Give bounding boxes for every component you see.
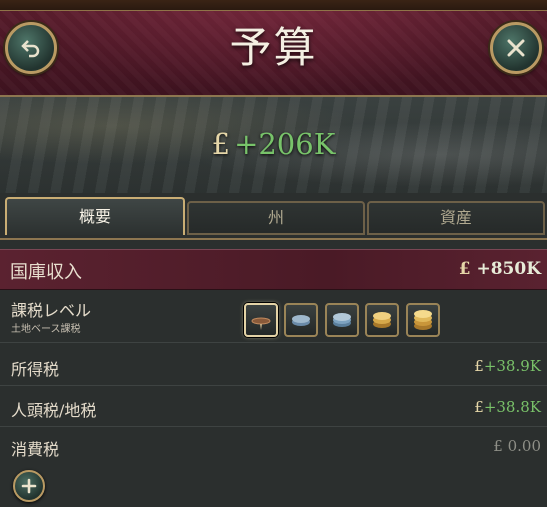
plus-icon [21,478,37,494]
tax-level-3-icon [333,313,351,327]
tax-level-4-button[interactable] [365,303,399,337]
tax-level-5-button[interactable] [406,303,440,337]
consumption-tax-value: £ 0.00 [493,437,541,455]
treasury-amount: +850K [476,259,541,279]
tab-overview[interactable]: 概要 [5,197,185,235]
tax-level-2-icon [292,315,310,326]
tab-bar: 概要 州 資産 [3,197,545,237]
income-tax-row: 所得税 £+38.9K [0,343,547,386]
currency-symbol: £ [474,357,484,375]
currency-symbol: £ [493,437,503,455]
header-bar: 予算 [0,0,547,97]
taxation-label: 課税レベル [11,301,92,320]
tax-level-4-icon [373,312,391,328]
treasury-income-row: 国庫収入 £ +850K [0,249,547,290]
balance-display: £ +206K [0,127,547,161]
back-arrow-icon [21,40,40,58]
close-button[interactable] [490,22,542,74]
poll-tax-value: £+38.8K [474,398,541,416]
balance-value: +206K [234,127,336,161]
page-title: 予算 [229,23,318,72]
tab-divider [0,238,547,240]
consumption-tax-row: 消費税 £ 0.00 [0,427,547,465]
add-consumption-tax-button[interactable] [13,470,45,502]
income-tax-amount: +38.9K [483,357,541,375]
tax-level-3-button[interactable] [325,303,359,337]
income-tax-label: 所得税 [11,360,60,379]
close-icon [507,39,525,57]
poll-tax-amount: +38.8K [483,398,541,416]
currency-symbol: £ [211,127,231,161]
tax-level-1-icon [251,317,271,330]
tax-level-2-button[interactable] [284,303,318,337]
poll-tax-label: 人頭税/地税 [11,401,97,420]
tax-level-1-button[interactable] [244,303,278,337]
treasury-value: £ +850K [459,259,541,279]
income-tax-value: £+38.9K [474,357,541,375]
consumption-tax-amount: 0.00 [507,437,541,455]
tab-states[interactable]: 州 [187,201,365,235]
poll-tax-row: 人頭税/地税 £+38.8K [0,386,547,427]
back-button[interactable] [5,22,57,74]
taxation-sublabel: 土地ベース課税 [11,324,81,335]
currency-symbol: £ [474,398,484,416]
tax-level-5-icon [414,310,432,330]
currency-symbol: £ [458,259,471,279]
tab-assets[interactable]: 資産 [367,201,545,235]
consumption-tax-label: 消費税 [11,440,60,459]
treasury-label: 国庫収入 [10,262,82,283]
